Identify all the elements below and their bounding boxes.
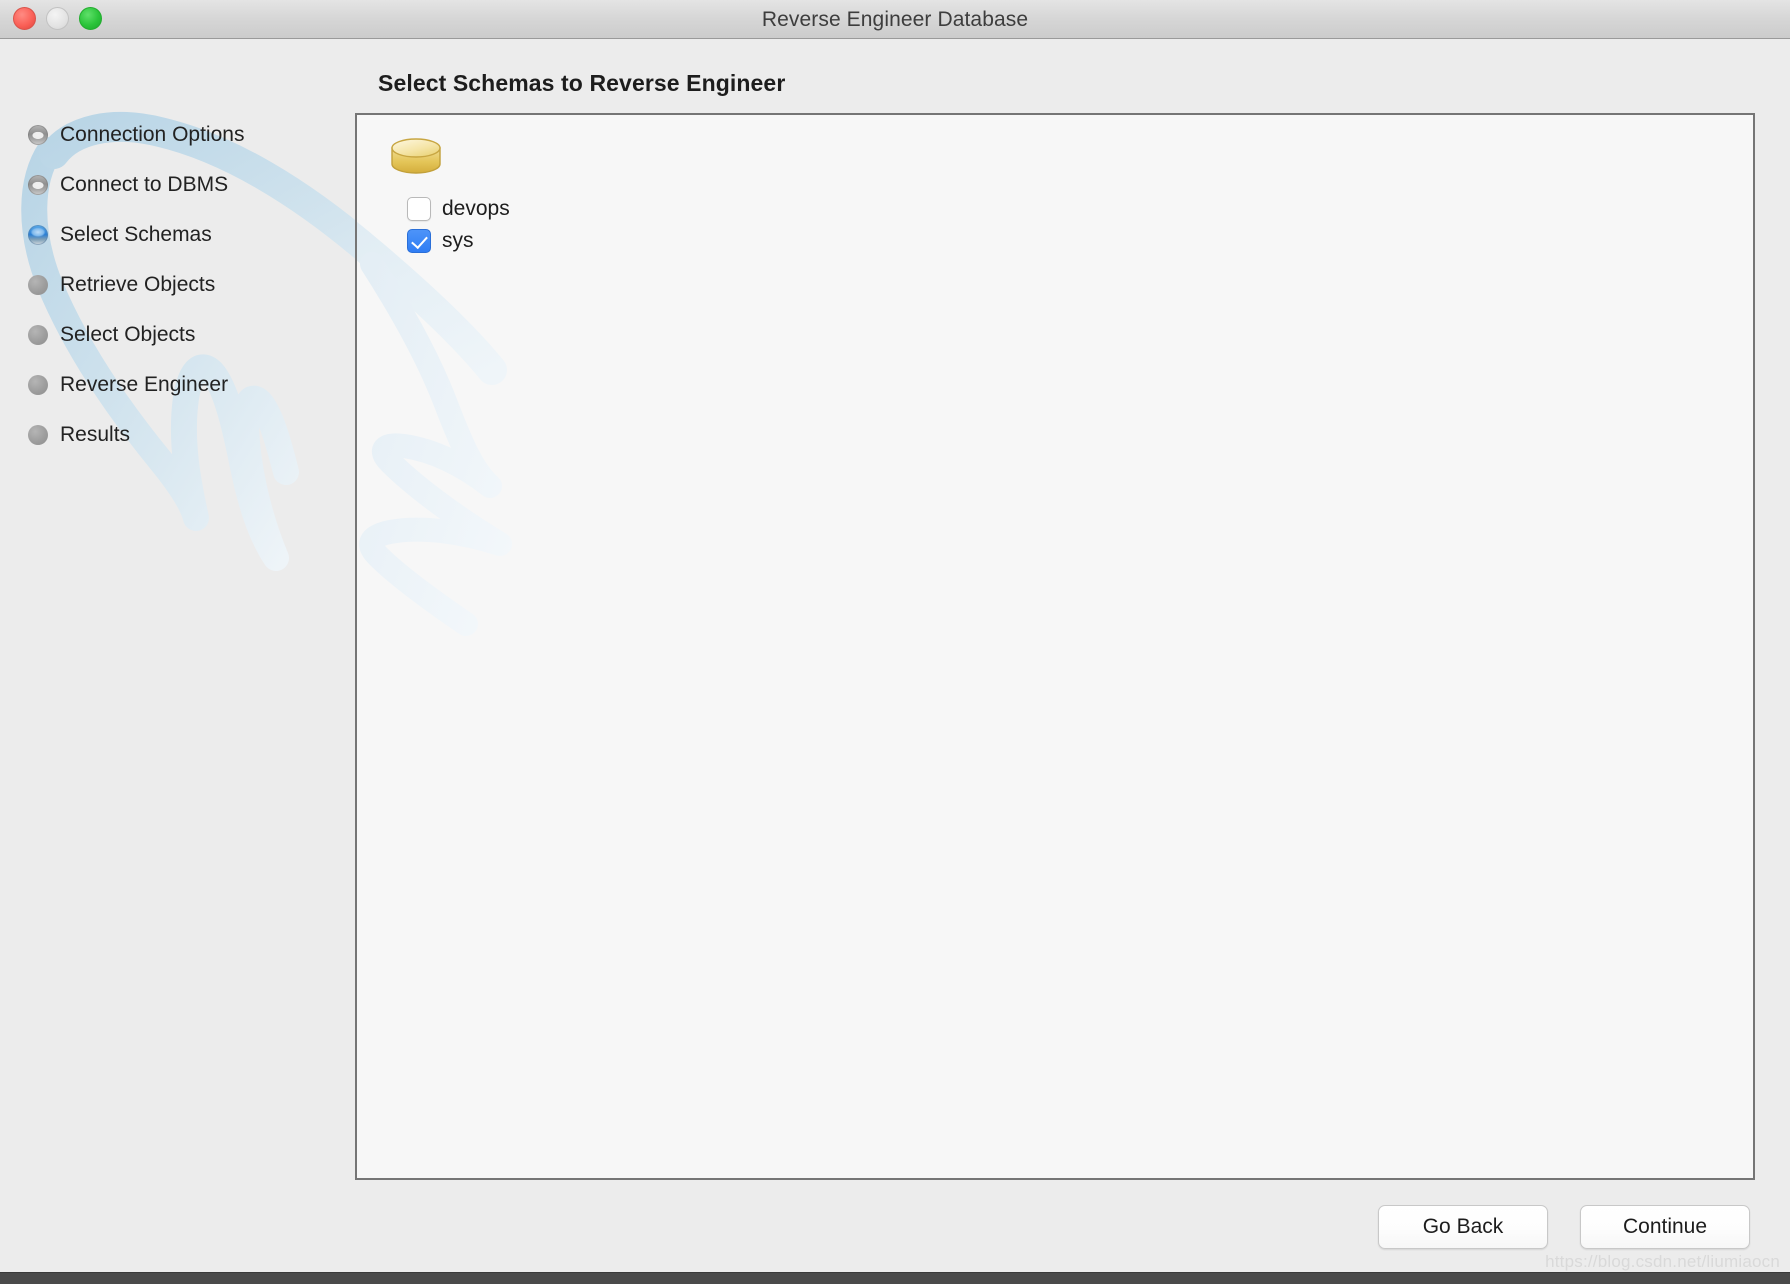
window-title: Reverse Engineer Database xyxy=(761,8,1029,31)
step-marker-done-icon xyxy=(28,175,48,195)
sidebar-item-select-schemas[interactable]: Select Schemas xyxy=(0,210,352,260)
sidebar-item-label: Connect to DBMS xyxy=(60,173,229,196)
sidebar-item-select-objects[interactable]: Select Objects xyxy=(0,310,352,360)
window-titlebar: Reverse Engineer Database xyxy=(0,0,1790,39)
step-marker-pending-icon xyxy=(28,375,48,395)
sidebar-item-results[interactable]: Results xyxy=(0,410,352,460)
sidebar-item-connection-options[interactable]: Connection Options xyxy=(0,110,352,160)
image-watermark: https://blog.csdn.net/liumiaocn xyxy=(1545,1252,1780,1271)
step-marker-pending-icon xyxy=(28,275,48,295)
sidebar-item-label: Reverse Engineer xyxy=(60,373,229,396)
page-title: Select Schemas to Reverse Engineer xyxy=(378,70,786,96)
step-marker-pending-icon xyxy=(28,425,48,445)
sidebar-item-label: Results xyxy=(60,423,131,446)
sidebar-item-label: Select Schemas xyxy=(60,223,212,246)
sidebar-item-reverse-engineer[interactable]: Reverse Engineer xyxy=(0,360,352,410)
schema-label: sys xyxy=(442,229,474,252)
schema-checkbox-sys[interactable] xyxy=(407,229,431,253)
sidebar-item-label: Retrieve Objects xyxy=(60,273,216,296)
schema-checkbox-devops[interactable] xyxy=(407,197,431,221)
dialog-footer: Go Back Continue xyxy=(0,1195,1790,1265)
step-marker-pending-icon xyxy=(28,325,48,345)
schema-row-devops[interactable]: devops xyxy=(407,193,1753,225)
step-marker-active-icon xyxy=(28,225,48,245)
sidebar-item-retrieve-objects[interactable]: Retrieve Objects xyxy=(0,260,352,310)
sidebar-item-connect-to-dbms[interactable]: Connect to DBMS xyxy=(0,160,352,210)
go-back-button[interactable]: Go Back xyxy=(1378,1205,1548,1249)
wizard-step-list: Connection Options Connect to DBMS Selec… xyxy=(0,110,352,460)
schema-row-sys[interactable]: sys xyxy=(407,225,1753,257)
step-marker-done-icon xyxy=(28,125,48,145)
continue-button[interactable]: Continue xyxy=(1580,1205,1750,1249)
schema-label: devops xyxy=(442,197,510,220)
schema-selection-panel[interactable]: devops sys xyxy=(355,113,1755,1180)
schema-checkbox-list: devops sys xyxy=(407,193,1753,257)
sidebar-item-label: Connection Options xyxy=(60,123,245,146)
reverse-engineer-database-window: Reverse Engineer Database Select Schemas… xyxy=(0,0,1790,1284)
bottom-edge-strip xyxy=(0,1272,1790,1284)
database-cylinder-icon xyxy=(391,138,441,174)
sidebar-item-label: Select Objects xyxy=(60,323,196,346)
